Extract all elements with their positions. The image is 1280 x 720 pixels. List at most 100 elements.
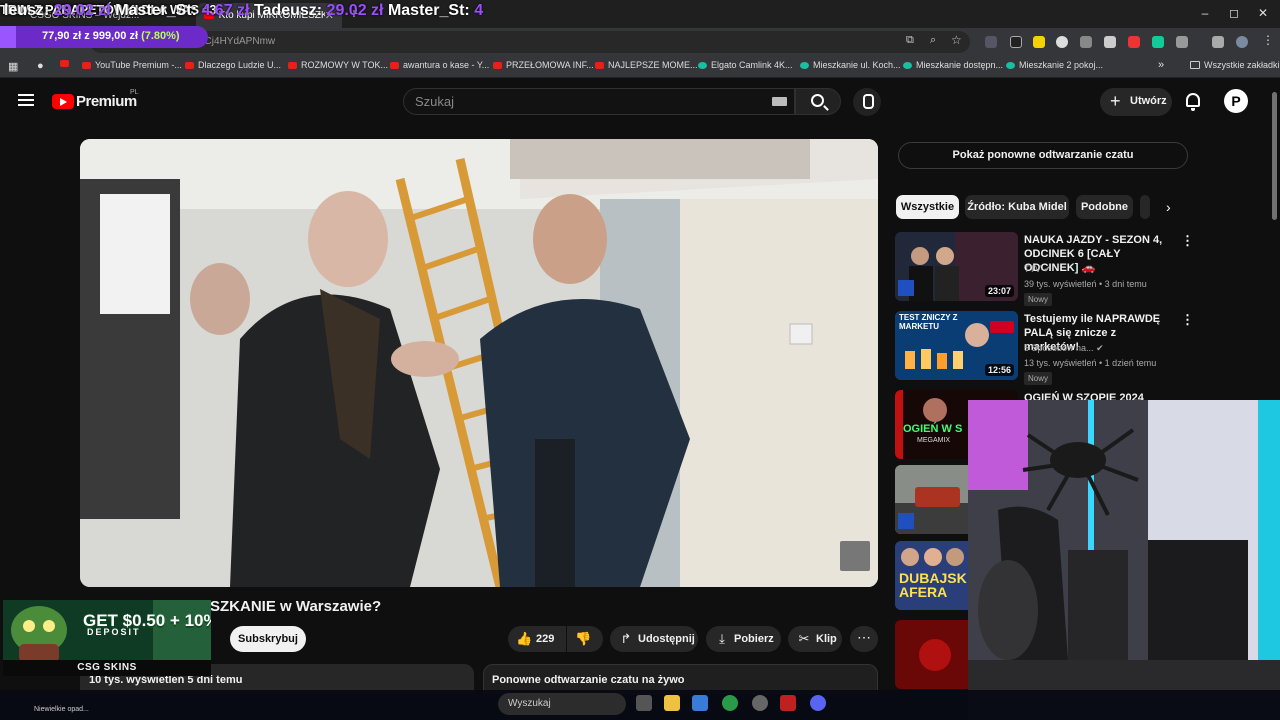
store-icon[interactable]	[692, 695, 708, 711]
chrome-icon[interactable]	[722, 695, 738, 711]
keyboard-icon[interactable]	[772, 97, 787, 106]
video-thumbnail[interactable]: 23:07	[895, 232, 1018, 301]
puzzle-icon[interactable]	[1176, 36, 1188, 48]
chip-all[interactable]: Wszystkie	[896, 195, 959, 219]
profile-icon[interactable]	[1236, 36, 1248, 48]
bookmark-label: Elgato Camlink 4K...	[711, 60, 793, 70]
bookmark-label: awantura o kase - Y...	[403, 60, 490, 70]
donation-amount: 4	[474, 2, 484, 19]
search-button[interactable]	[795, 88, 841, 115]
minimize-button[interactable]: –	[1190, 4, 1220, 22]
csgo-skins-ad[interactable]: GET $0.50 + 10% DEPOSIT CSG SKINS	[3, 600, 211, 676]
download-button[interactable]: ⤓ Pobierz	[706, 626, 781, 652]
logo-text[interactable]: Premium	[76, 93, 137, 110]
shield-icon[interactable]	[1104, 36, 1116, 48]
bookmark-star-icon[interactable]: ☆	[951, 33, 962, 47]
video-title: SZKANIE w Warszawie?	[210, 598, 382, 615]
clip-button[interactable]: ✂ Klip	[788, 626, 842, 652]
extension-icon[interactable]	[1033, 36, 1045, 48]
discord-icon[interactable]	[810, 695, 826, 711]
chip-related[interactable]: Podobne	[1076, 195, 1133, 219]
taskbar-search[interactable]: Wyszukaj	[498, 693, 626, 715]
all-bookmarks-button[interactable]: Wszystkie zakładki	[1190, 60, 1280, 70]
bookmark[interactable]: Mieszkanie 2 pokoj...	[1006, 60, 1103, 70]
goal-amount: 77,90 zł z 999,00 zł	[42, 30, 139, 42]
thumbs-up-icon: 👍	[516, 631, 533, 646]
url-input[interactable]: youtube.com/watch?v=Cj4HYdAPNmw	[90, 31, 970, 53]
github-icon[interactable]: ●	[37, 60, 44, 72]
bookmark[interactable]: awantura o kase - Y...	[390, 60, 489, 70]
new-badge: Nowy	[1024, 293, 1053, 306]
folder-icon	[1190, 61, 1200, 69]
ad-brand: CSG SKINS	[3, 660, 211, 676]
chevron-right-icon[interactable]: ›	[1166, 199, 1171, 215]
show-chat-replay-button[interactable]: Pokaż ponowne odtwarzanie czatu	[898, 142, 1188, 169]
channel-name[interactable]: TTV ✔	[1024, 264, 1051, 275]
voice-search-mic-icon[interactable]	[853, 88, 881, 116]
app-icon[interactable]	[780, 695, 796, 711]
hamburger-menu-icon[interactable]	[18, 94, 34, 106]
bookmark[interactable]: Elgato Camlink 4K...	[698, 60, 793, 70]
more-bookmarks-icon[interactable]: »	[1158, 59, 1164, 71]
share-button[interactable]: ↱ Udostępnij	[610, 626, 698, 652]
bookmark-label: Mieszkanie 2 pokoj...	[1019, 60, 1104, 70]
close-window-button[interactable]: ✕	[1248, 4, 1278, 22]
file-explorer-icon[interactable]	[664, 695, 680, 711]
youtube-logo-icon[interactable]	[52, 94, 74, 109]
bookmark[interactable]: NAJLEPSZE MOME...	[595, 60, 698, 70]
maximize-button[interactable]: ◻	[1219, 4, 1249, 22]
extension-icon[interactable]	[1080, 36, 1092, 48]
web-favicon-icon	[903, 61, 912, 69]
extension-icon[interactable]	[1152, 36, 1164, 48]
bookmark-label: NAJLEPSZE MOME...	[608, 60, 698, 70]
notifications-bell-icon[interactable]	[1186, 93, 1200, 111]
new-badge: Nowy	[1024, 372, 1053, 385]
dislike-button[interactable]: 👎	[567, 626, 603, 652]
web-favicon-icon	[800, 61, 809, 69]
youtube-header: Premium PL Szukaj Utwórz P	[0, 78, 1280, 124]
zoom-icon[interactable]: ⌕	[930, 34, 936, 47]
download-label: Pobierz	[734, 633, 774, 645]
install-app-icon[interactable]: ⧉	[906, 34, 914, 47]
bookmark[interactable]: YouTube Premium -...	[82, 60, 182, 70]
apps-grid-icon[interactable]: ▦	[8, 60, 18, 73]
bookmark[interactable]: Mieszkanie dostępn...	[903, 60, 1003, 70]
extension-icon[interactable]	[1056, 36, 1068, 48]
channel-name-text: 5 Sposobów na...	[1024, 343, 1094, 353]
bookmark[interactable]: Mieszkanie ul. Koch...	[800, 60, 901, 70]
channel-name[interactable]: 5 Sposobów na... ✔	[1024, 343, 1104, 354]
reading-list-icon[interactable]	[1212, 36, 1224, 48]
extension-icon[interactable]	[1128, 36, 1140, 48]
weather-widget[interactable]: Niewielkie opad...	[34, 706, 89, 713]
bookmark-label: Dlaczego Ludzie U...	[198, 60, 282, 70]
video-menu-icon[interactable]: ⋮	[1181, 312, 1194, 328]
scrollbar[interactable]	[1272, 92, 1277, 220]
donor-name: Tadeusz:	[253, 2, 323, 19]
bookmark[interactable]: ROZMOWY W TOK...	[288, 60, 388, 70]
more-actions-button[interactable]: ⋯	[850, 626, 878, 652]
extension-icon[interactable]	[1010, 36, 1022, 48]
steam-icon[interactable]	[752, 695, 768, 711]
video-player[interactable]	[80, 139, 878, 587]
chip-partial[interactable]	[1140, 195, 1150, 219]
live-chat-replay-title: Ponowne odtwarzanie czatu na żywo	[492, 674, 685, 686]
web-favicon-icon	[1006, 61, 1015, 69]
clip-label: Klip	[816, 633, 837, 645]
subscribe-button[interactable]: Subskrybuj	[230, 626, 306, 652]
chip-source[interactable]: Źródło: Kuba Midel	[965, 195, 1069, 219]
bookmark[interactable]: Dlaczego Ludzie U...	[185, 60, 281, 70]
bookmark[interactable]: PRZEŁOMOWA INF...	[493, 60, 594, 70]
donation-goal-fill	[0, 26, 17, 48]
bookmark-youtube[interactable]	[60, 60, 69, 67]
duration: 12:56	[984, 364, 1014, 376]
search-input[interactable]: Szukaj	[403, 88, 795, 115]
extension-icon[interactable]	[985, 36, 997, 48]
like-count: 229	[536, 633, 555, 645]
avatar[interactable]: P	[1224, 89, 1248, 113]
browser-menu-icon[interactable]: ⋮	[1262, 33, 1274, 47]
create-button[interactable]: Utwórz	[1100, 88, 1172, 116]
task-view-icon[interactable]	[636, 695, 652, 711]
video-menu-icon[interactable]: ⋮	[1181, 233, 1194, 249]
video-thumbnail[interactable]: TEST ZNICZY Z MARKETU 12:56	[895, 311, 1018, 380]
like-button[interactable]: 👍 229	[508, 626, 566, 652]
